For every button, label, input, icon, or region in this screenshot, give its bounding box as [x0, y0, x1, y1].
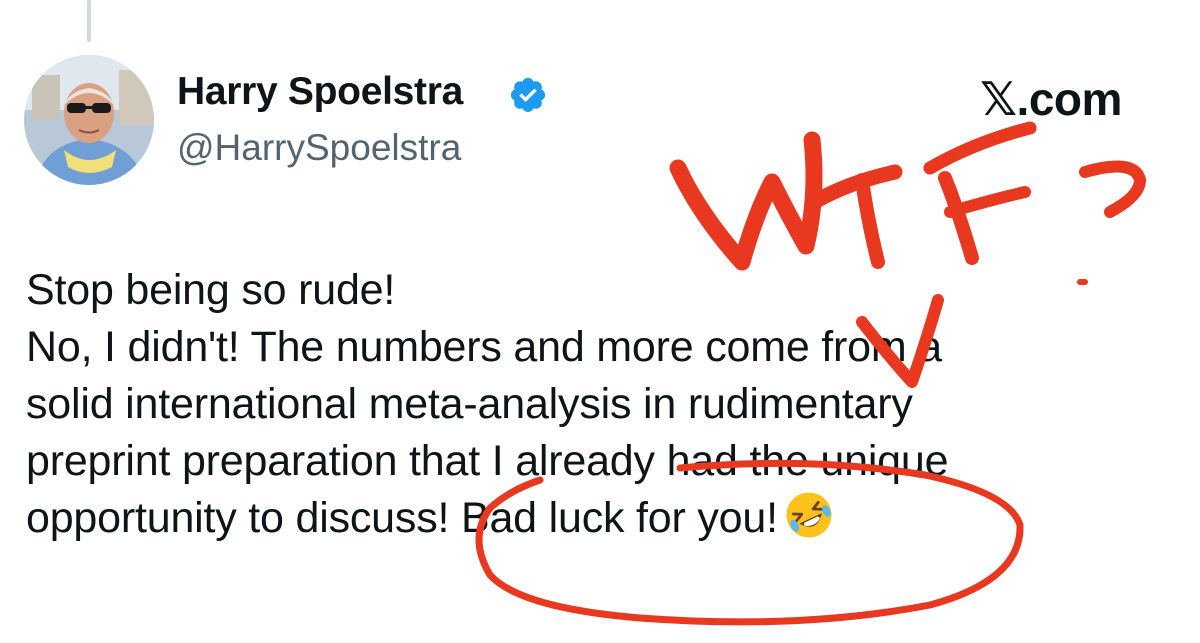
annotation-question-mark: [1079, 160, 1146, 218]
annotation-letter-w: [669, 131, 823, 271]
annotation-letter-f-stem: [938, 171, 979, 265]
thread-connector-line: [87, 0, 91, 42]
tweet-line-5: opportunity to discuss! Bad luck for you…: [26, 490, 1176, 547]
tweet-line-4: preprint preparation that I already had …: [26, 437, 949, 485]
annotation-letter-t-stem: [855, 173, 885, 269]
annotation-letter-f-mid: [944, 186, 1031, 218]
tweet-line-2: No, I didn't! The numbers and more come …: [26, 323, 942, 371]
tweet-line-1: Stop being so rude!: [26, 266, 396, 314]
avatar[interactable]: [24, 55, 154, 185]
rolling-on-floor-laughing-emoji-icon: [786, 492, 832, 538]
annotation-letter-f-top: [923, 121, 1037, 175]
annotation-letter-t-bar: [810, 164, 903, 208]
tweet-line-5-text: opportunity to discuss! Bad luck for you…: [26, 494, 778, 542]
x-logo: 𝕏.com: [980, 73, 1122, 125]
author-handle[interactable]: @HarrySpoelstra: [177, 127, 461, 169]
tweet-text: Stop being so rude! No, I didn't! The nu…: [26, 262, 1176, 547]
tweet-line-3: solid international meta-analysis in rud…: [26, 380, 913, 428]
author-display-name[interactable]: Harry Spoelstra: [177, 70, 463, 114]
verified-badge-icon: [510, 77, 546, 113]
